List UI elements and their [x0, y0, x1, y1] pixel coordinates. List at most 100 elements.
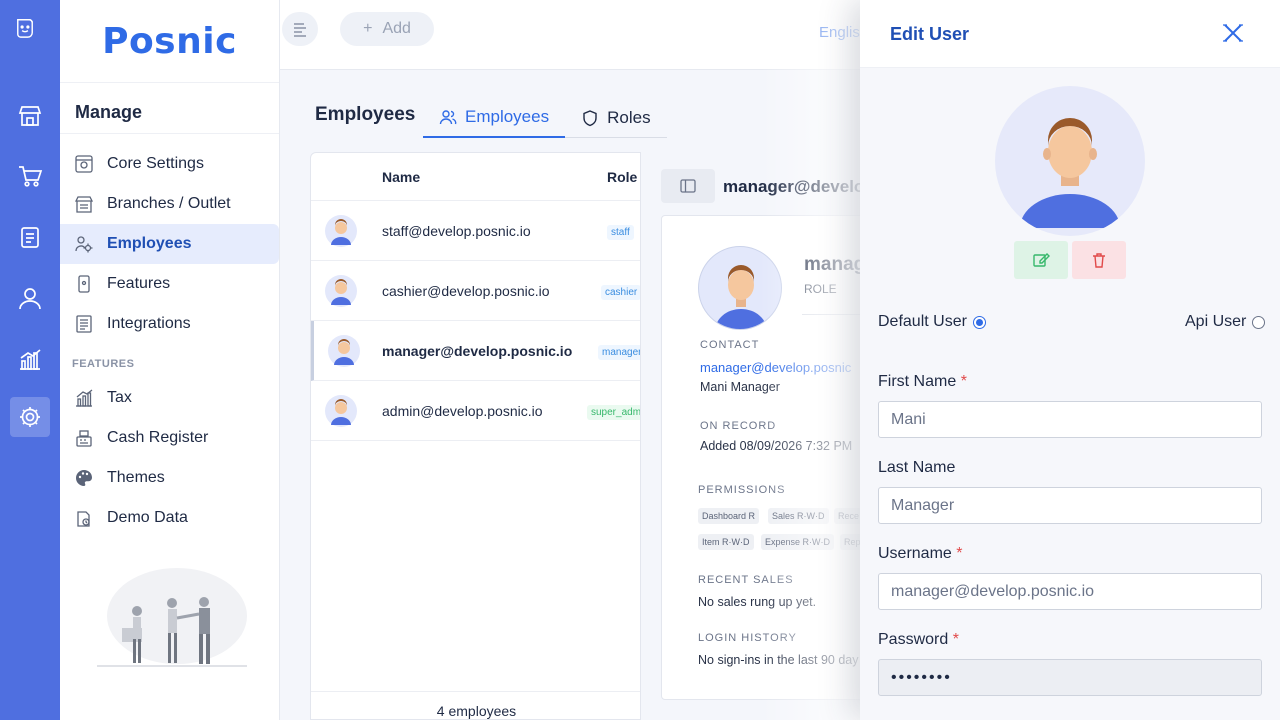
tab-label: Roles — [607, 108, 651, 127]
password-label: Password * — [878, 631, 959, 648]
plus-icon: + — [363, 20, 373, 37]
sidebar-item-label: Core Settings — [107, 155, 204, 172]
avatar — [698, 246, 782, 330]
sidebar-item-label: Integrations — [107, 315, 191, 332]
default-user-radio[interactable]: Default User — [878, 313, 986, 331]
shield-icon — [583, 110, 597, 127]
features-section-label: FEATURES — [72, 358, 135, 370]
icon-rail — [0, 0, 60, 720]
permission-chip: Sales R·W·D — [768, 508, 829, 524]
permissions-label: PERMISSIONS — [698, 484, 786, 496]
sidebar-item-label: Tax — [107, 389, 132, 406]
table-row[interactable]: cashier@develop.posnic.io cashier — [311, 261, 640, 321]
first-name-field[interactable] — [878, 401, 1262, 438]
employees-gear-icon — [75, 236, 93, 253]
sidebar-item-branches[interactable]: Branches / Outlet — [60, 184, 279, 224]
permission-chip: Rece — [834, 508, 864, 524]
employee-name: manager@develop.posnic.io — [382, 343, 573, 359]
tab-label: Employees — [465, 107, 550, 126]
phone-icon — [78, 275, 90, 293]
detail-name: manag — [804, 254, 866, 275]
delete-avatar-button[interactable] — [1072, 241, 1126, 279]
api-user-label: Api User — [1185, 313, 1247, 330]
app-logo-icon[interactable] — [12, 14, 48, 50]
last-name-field[interactable] — [878, 487, 1262, 524]
add-button[interactable]: + Add — [340, 12, 434, 46]
menu-lines-icon — [294, 23, 306, 37]
tab-employees[interactable]: Employees — [423, 98, 566, 138]
clipboard-nav-icon[interactable] — [10, 217, 50, 257]
contact-label: CONTACT — [700, 339, 760, 351]
table-footer-count: 4 employees — [311, 691, 640, 719]
brand-logo[interactable]: Posnic — [60, 0, 279, 82]
sidebar-item-label: Employees — [107, 235, 192, 252]
edit-avatar-button[interactable] — [1014, 241, 1068, 279]
settings-nav-icon[interactable] — [10, 397, 50, 437]
sidebar-item-tax[interactable]: Tax — [60, 378, 279, 418]
employees-table: Name Role staff@develop.posnic.io staff … — [310, 152, 641, 720]
menu-toggle-button[interactable] — [282, 12, 318, 46]
employee-name: admin@develop.posnic.io — [382, 403, 543, 419]
reports-nav-icon[interactable] — [10, 339, 50, 379]
employee-detail-panel: manager@develo manag ROLE CONTACT manage… — [641, 152, 902, 720]
last-name-label: Last Name — [878, 459, 956, 476]
store-nav-icon[interactable] — [10, 96, 50, 136]
chart-icon — [76, 389, 93, 407]
sidebar-item-core-settings[interactable]: Core Settings — [60, 144, 279, 184]
username-field[interactable] — [878, 573, 1262, 610]
recent-sales-value: No sales rung up yet. — [698, 595, 817, 609]
tab-bar: Employees Roles — [423, 98, 667, 138]
avatar — [328, 335, 360, 367]
sidebar-heading: Manage — [75, 102, 143, 122]
sidebar-item-features[interactable]: Features — [60, 264, 279, 304]
user-nav-icon[interactable] — [10, 278, 50, 318]
column-header-role[interactable]: Role — [607, 169, 637, 185]
table-row[interactable]: staff@develop.posnic.io staff — [311, 201, 640, 261]
avatar — [325, 275, 357, 307]
api-user-radio[interactable]: Api User — [1185, 313, 1266, 331]
username-label: Username * — [878, 545, 963, 562]
trash-icon — [1093, 253, 1105, 268]
close-icon[interactable] — [1220, 20, 1246, 46]
permission-chip: Dashboard R — [698, 508, 760, 524]
radio-selected[interactable] — [972, 315, 986, 329]
avatar — [325, 395, 357, 427]
users-icon — [439, 110, 457, 125]
permission-chip: Expense R·W·D — [761, 534, 835, 550]
login-history-label: LOGIN HISTORY — [698, 632, 797, 644]
table-header: Name Role — [311, 153, 640, 201]
list-doc-icon — [76, 315, 92, 333]
tab-roles[interactable]: Roles — [565, 98, 666, 138]
register-icon — [76, 430, 92, 447]
palette-icon — [76, 470, 93, 486]
table-row[interactable]: admin@develop.posnic.io super_adm — [311, 381, 640, 441]
settings-sidebar: Posnic Manage Core Settings Branches / O… — [60, 0, 280, 720]
role-badge: cashier — [601, 285, 640, 300]
radio-unselected[interactable] — [1252, 315, 1266, 329]
contact-email-link[interactable]: manager@develop.posnic — [700, 360, 851, 375]
table-row-selected[interactable]: manager@develop.posnic.io manager — [311, 321, 640, 381]
cart-nav-icon[interactable] — [10, 156, 50, 196]
sidebar-item-demo-data[interactable]: Demo Data — [60, 498, 279, 538]
panel-toggle-button[interactable] — [661, 169, 715, 203]
sidebar-item-integrations[interactable]: Integrations — [60, 304, 279, 344]
first-name-label: First Name * — [878, 373, 967, 390]
login-history-value: No sign-ins in the last 90 day — [698, 653, 859, 667]
on-record-label: ON RECORD — [700, 420, 777, 432]
role-badge: staff — [607, 225, 634, 240]
recent-sales-label: RECENT SALES — [698, 574, 794, 586]
demo-icon — [77, 511, 90, 527]
avatar — [325, 215, 357, 247]
column-header-name[interactable]: Name — [382, 169, 420, 185]
permission-chip: Item R·W·D — [698, 534, 754, 550]
sidebar-item-employees[interactable]: Employees — [60, 224, 279, 264]
password-field[interactable] — [878, 659, 1262, 696]
add-button-label: Add — [382, 20, 411, 37]
drawer-title: Edit User — [890, 24, 970, 44]
sidebar-item-cash-register[interactable]: Cash Register — [60, 418, 279, 458]
employee-name: cashier@develop.posnic.io — [382, 283, 550, 299]
settings-panel-icon — [75, 155, 93, 173]
detail-title: manager@develo — [723, 177, 865, 196]
sidebar-item-themes[interactable]: Themes — [60, 458, 279, 498]
on-record-value: Added 08/09/2026 7:32 PM — [700, 439, 853, 453]
